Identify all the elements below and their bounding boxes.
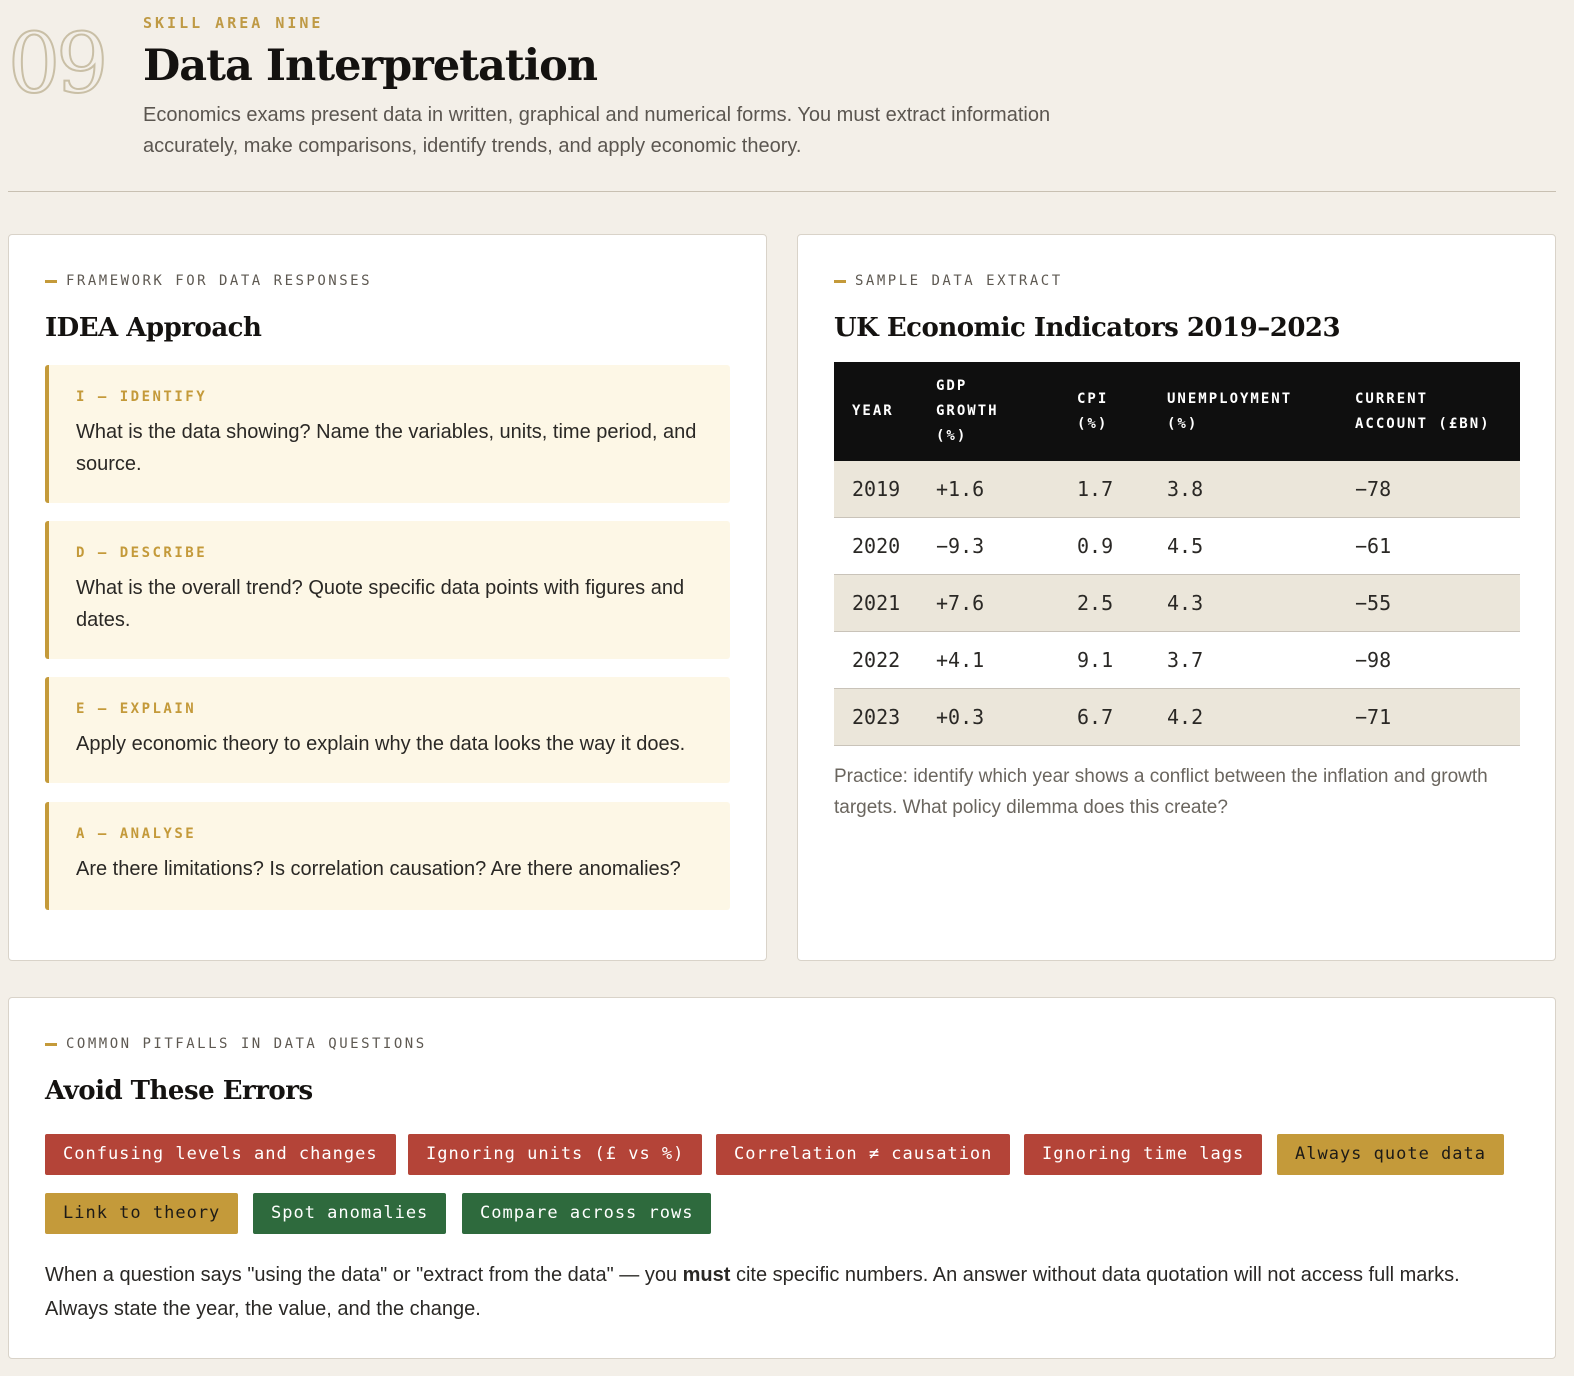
step-explain: E — EXPLAIN Apply economic theory to exp… bbox=[45, 677, 730, 783]
column-header-gdp: GDP GROWTH (%) bbox=[918, 362, 1059, 461]
cell-gdp: +0.3 bbox=[918, 688, 1059, 746]
section-number: 09 bbox=[7, 17, 109, 112]
framework-title: IDEA Approach bbox=[45, 313, 262, 343]
label-dash-icon bbox=[45, 1042, 57, 1046]
pitfalls-label: COMMON PITFALLS IN DATA QUESTIONS bbox=[45, 1036, 427, 1052]
practice-prompt: Practice: identify which year shows a co… bbox=[834, 766, 1488, 818]
cell-gdp: +7.6 bbox=[918, 574, 1059, 632]
pitfall-tag: Always quote data bbox=[1277, 1134, 1504, 1175]
step-label: I — IDENTIFY bbox=[76, 389, 208, 405]
cell-year: 2022 bbox=[834, 631, 918, 689]
cell-cpi: 0.9 bbox=[1059, 517, 1149, 575]
pitfall-tag: Link to theory bbox=[45, 1193, 239, 1234]
sample-label: SAMPLE DATA EXTRACT bbox=[834, 273, 1063, 289]
step-text: Are there limitations? Is correlation ca… bbox=[76, 858, 681, 880]
sample-data-card: SAMPLE DATA EXTRACT UK Economic Indicato… bbox=[797, 234, 1556, 961]
indicators-table: YEAR GDP GROWTH (%) CPI (%) UNEMPLOYMENT… bbox=[834, 362, 1520, 746]
cell-unemployment: 4.3 bbox=[1149, 574, 1337, 632]
cell-cpi: 2.5 bbox=[1059, 574, 1149, 632]
pitfall-tag: Spot anomalies bbox=[253, 1193, 447, 1234]
step-label: E — EXPLAIN bbox=[76, 701, 197, 717]
pitfall-tag: Ignoring units (£ vs %) bbox=[408, 1134, 703, 1175]
pitfall-tag: Confusing levels and changes bbox=[45, 1134, 396, 1175]
step-describe: D — DESCRIBE What is the overall trend? … bbox=[45, 521, 730, 659]
cell-unemployment: 3.7 bbox=[1149, 631, 1337, 689]
column-header-year: YEAR bbox=[834, 362, 918, 461]
column-header-unemployment: UNEMPLOYMENT (%) bbox=[1149, 362, 1337, 461]
cell-cpi: 1.7 bbox=[1059, 461, 1149, 518]
step-label: A — ANALYSE bbox=[76, 826, 197, 842]
label-dash-icon bbox=[45, 279, 57, 283]
pitfall-tag: Compare across rows bbox=[462, 1193, 712, 1234]
cell-current-account: −98 bbox=[1337, 631, 1520, 689]
cell-current-account: −78 bbox=[1337, 461, 1520, 518]
cell-year: 2019 bbox=[834, 461, 918, 518]
label-dash-icon bbox=[834, 279, 846, 283]
cell-year: 2021 bbox=[834, 574, 918, 632]
emphasis-must: must bbox=[682, 1264, 731, 1286]
column-header-current-account: CURRENT ACCOUNT (£BN) bbox=[1337, 362, 1520, 461]
step-label: D — DESCRIBE bbox=[76, 545, 208, 561]
page-header: 09 SKILL AREA NINE Data Interpretation E… bbox=[0, 0, 1574, 192]
pitfalls-card: COMMON PITFALLS IN DATA QUESTIONS Avoid … bbox=[8, 997, 1556, 1359]
pitfalls-note: When a question says "using the data" or… bbox=[45, 1264, 1460, 1320]
table-row: 2020 −9.3 0.9 4.5 −61 bbox=[834, 517, 1520, 575]
cell-unemployment: 4.5 bbox=[1149, 517, 1337, 575]
cell-current-account: −71 bbox=[1337, 688, 1520, 746]
page-title: Data Interpretation bbox=[143, 41, 598, 91]
table-header-row: YEAR GDP GROWTH (%) CPI (%) UNEMPLOYMENT… bbox=[834, 362, 1520, 461]
column-header-cpi: CPI (%) bbox=[1059, 362, 1149, 461]
cell-cpi: 9.1 bbox=[1059, 631, 1149, 689]
section-eyebrow: SKILL AREA NINE bbox=[143, 14, 324, 32]
cell-year: 2020 bbox=[834, 517, 918, 575]
pitfall-tag: Ignoring time lags bbox=[1024, 1134, 1263, 1175]
step-text: What is the data showing? Name the varia… bbox=[76, 421, 697, 475]
cell-gdp: −9.3 bbox=[918, 517, 1059, 575]
framework-label: FRAMEWORK FOR DATA RESPONSES bbox=[45, 273, 372, 289]
cell-current-account: −61 bbox=[1337, 517, 1520, 575]
step-text: What is the overall trend? Quote specifi… bbox=[76, 577, 685, 631]
sample-title: UK Economic Indicators 2019–2023 bbox=[834, 313, 1341, 343]
cell-unemployment: 4.2 bbox=[1149, 688, 1337, 746]
pitfalls-title: Avoid These Errors bbox=[45, 1076, 313, 1106]
cell-current-account: −55 bbox=[1337, 574, 1520, 632]
table-row: 2019 +1.6 1.7 3.8 −78 bbox=[834, 461, 1520, 518]
table-row: 2021 +7.6 2.5 4.3 −55 bbox=[834, 574, 1520, 632]
cell-year: 2023 bbox=[834, 688, 918, 746]
page-intro: Economics exams present data in written,… bbox=[143, 104, 1051, 157]
header-divider bbox=[8, 191, 1556, 192]
pitfall-tag: Correlation ≠ causation bbox=[716, 1134, 1011, 1175]
step-analyse: A — ANALYSE Are there limitations? Is co… bbox=[45, 802, 730, 910]
step-text: Apply economic theory to explain why the… bbox=[76, 733, 686, 755]
table-row: 2023 +0.3 6.7 4.2 −71 bbox=[834, 688, 1520, 746]
cell-cpi: 6.7 bbox=[1059, 688, 1149, 746]
table-row: 2022 +4.1 9.1 3.7 −98 bbox=[834, 631, 1520, 689]
cell-gdp: +1.6 bbox=[918, 461, 1059, 518]
framework-card: FRAMEWORK FOR DATA RESPONSES IDEA Approa… bbox=[8, 234, 767, 961]
cell-gdp: +4.1 bbox=[918, 631, 1059, 689]
step-identify: I — IDENTIFY What is the data showing? N… bbox=[45, 365, 730, 503]
cell-unemployment: 3.8 bbox=[1149, 461, 1337, 518]
